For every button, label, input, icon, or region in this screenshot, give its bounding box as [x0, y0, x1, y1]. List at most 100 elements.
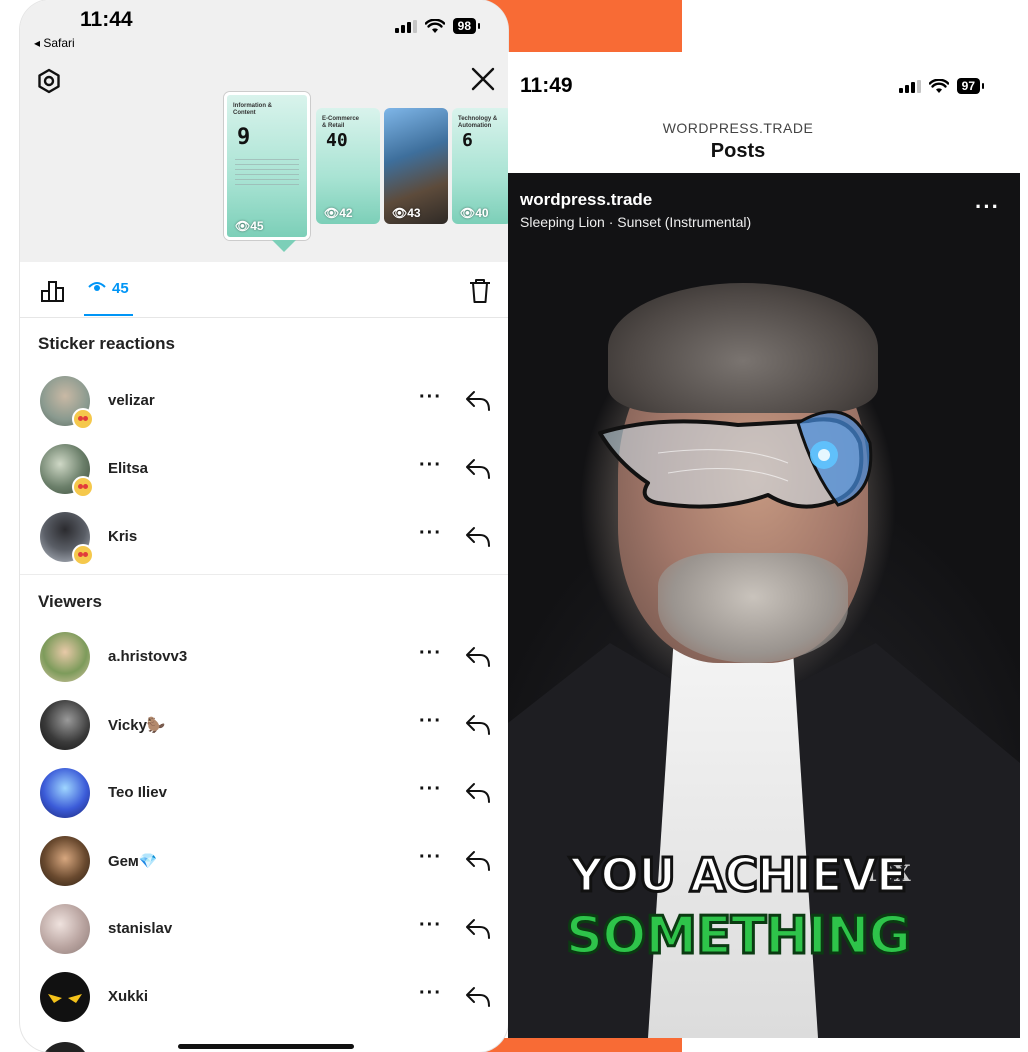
- insights-tabbar: 45: [20, 262, 508, 318]
- cyber-visor-effect-icon: [598, 410, 873, 509]
- avatar[interactable]: [40, 632, 90, 682]
- beard: [658, 553, 848, 663]
- thumbnail-title: Technology & Automation: [458, 116, 498, 129]
- jacket-right: [798, 643, 1020, 1038]
- thumbnail-title: Information & Content: [233, 103, 272, 116]
- reply-icon[interactable]: [464, 850, 492, 872]
- list-item[interactable]: a.hristovv3 ···: [20, 626, 508, 690]
- story-thumbnail[interactable]: 👁43: [384, 108, 448, 224]
- signal-icon: [394, 19, 417, 33]
- section-divider: [20, 574, 508, 575]
- username[interactable]: Xukki: [108, 988, 148, 1005]
- yellow-eyes-icon: [48, 994, 82, 1003]
- list-item[interactable]: Kris ···: [20, 506, 508, 570]
- more-options-icon[interactable]: ···: [419, 454, 442, 477]
- username[interactable]: Vicky🦫: [108, 716, 166, 734]
- thumbnail-number: 9: [237, 125, 251, 150]
- list-item[interactable]: stanislav ···: [20, 898, 508, 962]
- viewers-count: 45: [112, 280, 129, 297]
- story-thumbnail[interactable]: Technology & Automation 6 👁40: [452, 108, 508, 224]
- thumbnail-view-count: 👁42: [324, 206, 353, 220]
- list-item[interactable]: velizar ···: [20, 370, 508, 434]
- status-time: 11:44: [80, 8, 133, 31]
- more-options-icon[interactable]: ···: [419, 522, 442, 545]
- reply-icon[interactable]: [464, 646, 492, 668]
- settings-gear-icon[interactable]: [36, 68, 62, 94]
- more-options-icon[interactable]: ···: [419, 710, 442, 733]
- reply-icon[interactable]: [464, 986, 492, 1008]
- wifi-icon: [424, 18, 445, 33]
- avatar-partial: [40, 1042, 90, 1052]
- back-to-safari-link[interactable]: ◂ Safari: [34, 36, 75, 50]
- story-thumbnail[interactable]: E-Commerce & Retail 40 👁42: [316, 108, 380, 224]
- wifi-icon: [928, 78, 949, 93]
- list-item[interactable]: Teo Iliev ···: [20, 762, 508, 826]
- list-item[interactable]: Vicky🦫 ···: [20, 694, 508, 758]
- thumbnail-view-count: 👁40: [460, 206, 489, 220]
- selected-caret: [272, 240, 296, 252]
- instagram-posts-screen: 11:49 97 WORDPRESS.TRADE Posts 10X wordp…: [508, 52, 1020, 1038]
- video-username[interactable]: wordpress.trade: [520, 190, 652, 210]
- hair: [608, 283, 878, 413]
- caption-line-1: YOU ACHIEVE: [568, 847, 909, 904]
- username[interactable]: Elitsa: [108, 460, 148, 477]
- username[interactable]: velizar: [108, 392, 155, 409]
- sticker-reactions-heading: Sticker reactions: [38, 334, 176, 353]
- reply-icon[interactable]: [464, 782, 492, 804]
- username[interactable]: Teo Iliev: [108, 784, 167, 801]
- story-thumbnail[interactable]: Information & Content 9 👁45: [224, 92, 310, 240]
- reply-icon[interactable]: [464, 526, 492, 548]
- story-viewers-screen: 11:44 ◂ Safari 98 Information & Content …: [20, 0, 508, 1052]
- page-title: Posts: [710, 140, 766, 162]
- story-thumbnails: Information & Content 9 👁45 E-Commerce &…: [224, 92, 508, 242]
- trash-icon[interactable]: [468, 278, 492, 304]
- avatar[interactable]: [40, 768, 90, 818]
- more-options-icon[interactable]: ···: [419, 982, 442, 1005]
- more-options-icon[interactable]: ···: [419, 914, 442, 937]
- avatar[interactable]: [40, 904, 90, 954]
- battery-indicator: 97: [956, 78, 985, 94]
- avatar[interactable]: [40, 972, 90, 1022]
- caption-line-2: SOMETHING: [564, 905, 912, 968]
- list-item[interactable]: Xukki ···: [20, 966, 508, 1030]
- thumbnail-view-count: 👁43: [392, 206, 421, 220]
- more-options-icon[interactable]: ···: [419, 642, 442, 665]
- reply-icon[interactable]: [464, 918, 492, 940]
- list-item[interactable]: Elitsa ···: [20, 438, 508, 502]
- battery-indicator: 98: [452, 18, 481, 34]
- account-name: WORDPRESS.TRADE: [662, 120, 814, 136]
- reply-icon[interactable]: [464, 714, 492, 736]
- thumbnail-number: 40: [326, 130, 348, 151]
- insights-chart-icon[interactable]: [40, 280, 68, 302]
- viewers-tab[interactable]: 45: [84, 278, 133, 316]
- avatar[interactable]: [40, 836, 90, 886]
- thumbnail-view-count: 👁45: [235, 219, 264, 233]
- viewers-heading: Viewers: [38, 592, 102, 611]
- username[interactable]: stanislav: [108, 920, 172, 937]
- avatar[interactable]: [40, 700, 90, 750]
- more-options-icon[interactable]: ···: [419, 846, 442, 869]
- heart-eyes-reaction-icon: [72, 476, 94, 498]
- reply-icon[interactable]: [464, 390, 492, 412]
- story-preview-area: 11:44 ◂ Safari 98 Information & Content …: [20, 0, 508, 262]
- heart-eyes-reaction-icon: [72, 544, 94, 566]
- screenshot-stage: 11:44 ◂ Safari 98 Information & Content …: [0, 0, 1028, 1052]
- reply-icon[interactable]: [464, 458, 492, 480]
- thumbnail-text-lines: [235, 159, 299, 189]
- username[interactable]: Kris: [108, 528, 137, 545]
- more-options-icon[interactable]: ···: [419, 778, 442, 801]
- username[interactable]: Gем💎: [108, 852, 158, 870]
- list-item[interactable]: Gем💎 ···: [20, 830, 508, 894]
- more-options-icon[interactable]: ···: [419, 386, 442, 409]
- username[interactable]: a.hristovv3: [108, 648, 187, 665]
- thumbnail-number: 6: [462, 130, 473, 151]
- more-options-icon[interactable]: ···: [975, 194, 1000, 220]
- status-time: 11:49: [520, 74, 573, 97]
- signal-icon: [898, 79, 921, 93]
- video-audio-track[interactable]: Sleeping Lion · Sunset (Instrumental): [520, 214, 751, 230]
- home-indicator: [178, 1044, 354, 1049]
- shirt: [648, 643, 818, 1038]
- close-icon[interactable]: [468, 64, 498, 94]
- status-icons: 97: [898, 78, 985, 94]
- eye-icon: [88, 282, 106, 291]
